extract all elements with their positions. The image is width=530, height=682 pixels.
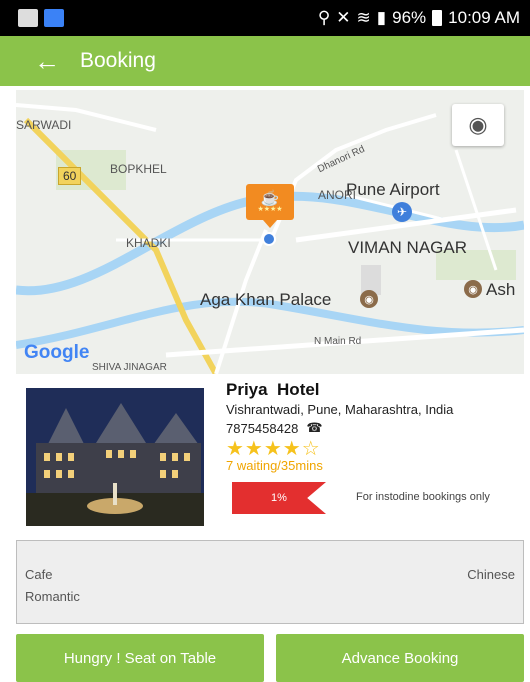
battery-icon <box>432 10 443 26</box>
search-icon <box>44 9 64 27</box>
hotel-phone-row[interactable]: 7875458428 ☎ <box>226 420 323 436</box>
status-bar: ⚲ ✕ ≋ ▮ 96% 10:09 AM <box>0 0 530 36</box>
hotel-name: Priya Hotel <box>226 380 320 399</box>
map-label-bopkhel: BOPKHEL <box>110 162 167 176</box>
page-title: Booking <box>80 49 156 72</box>
back-arrow-icon[interactable]: ← <box>34 46 62 77</box>
google-logo: Google <box>24 342 90 363</box>
tags-panel: Cafe Chinese Romantic <box>16 540 524 624</box>
cafe-icon: ☕ <box>260 189 280 207</box>
status-right: ⚲ ✕ ≋ ▮ 96% 10:09 AM <box>318 8 520 28</box>
hotel-phone[interactable]: 7875458428 <box>226 421 298 436</box>
map-label-ash: Ash <box>486 280 516 299</box>
signal-icon: ▮ <box>376 8 387 27</box>
clock: 10:09 AM <box>448 8 520 27</box>
map-label-aga-khan-palace: Aga Khan Palace <box>200 290 332 309</box>
seat-on-table-button[interactable]: Hungry ! Seat on Table <box>16 634 264 682</box>
map-label-viman-nagar: VIMAN NAGAR <box>348 238 468 257</box>
tag-category: Cafe <box>25 567 53 582</box>
wifi-icon: ≋ <box>356 8 371 27</box>
map-view[interactable]: SARWADI BOPKHEL 60 ANORI Dhanori Rd Pune… <box>16 90 524 374</box>
waiting-status: 7 waiting/35mins <box>226 458 323 473</box>
tag-ambience: Romantic <box>25 589 80 604</box>
map-label-khadki: KHADKI <box>126 236 171 250</box>
airport-icon: ✈ <box>392 202 412 222</box>
highway-60-shield: 60 <box>58 167 82 185</box>
hotel-address: Vishrantwadi, Pune, Maharashtra, India <box>226 402 454 417</box>
my-location-button[interactable]: ◉ <box>452 104 504 146</box>
marker-stars-icon: ★★★★ <box>257 205 283 213</box>
hotel-marker[interactable]: ☕ ★★★★ <box>246 184 294 220</box>
advance-booking-button[interactable]: Advance Booking <box>276 634 524 682</box>
crosshair-icon: ◉ <box>468 112 488 137</box>
map-label-n-main-rd: N Main Rd <box>314 336 362 347</box>
discount-badge: 1% <box>232 482 326 514</box>
map-label-pune-airport: Pune Airport <box>346 180 440 199</box>
hotel-image <box>26 388 204 526</box>
landmark-icon: ◉ <box>464 280 482 298</box>
map-label-sarwadi: SARWADI <box>16 118 72 132</box>
gallery-icon <box>18 9 38 27</box>
tag-cuisine: Chinese <box>467 567 515 582</box>
discount-note: For instodine bookings only <box>356 491 490 503</box>
current-location-dot <box>262 232 276 246</box>
app-bar: ← Booking <box>0 36 530 86</box>
landmark-icon: ◉ <box>360 290 378 308</box>
phone-icon[interactable]: ☎ <box>306 420 322 436</box>
map-label-shivajinagar: SHIVA JINAGAR <box>92 362 167 373</box>
location-icon: ⚲ <box>317 8 331 27</box>
status-left <box>18 9 64 27</box>
battery-percent: 96% <box>392 8 427 27</box>
marker-pointer <box>263 220 277 228</box>
mute-icon: ✕ <box>336 8 351 27</box>
